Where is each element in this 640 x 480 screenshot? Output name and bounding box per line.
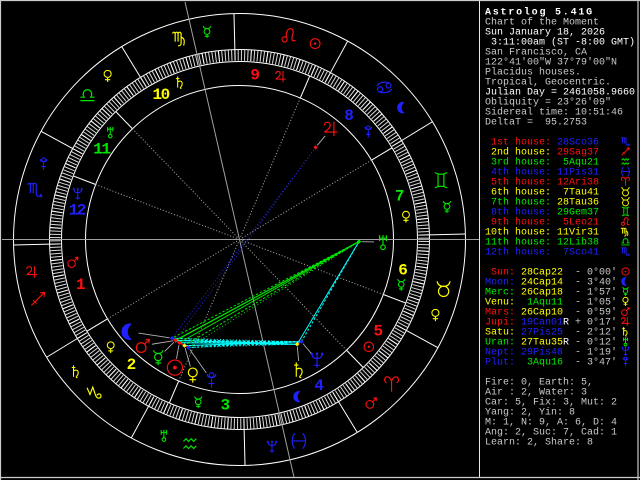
svg-text:10: 10: [152, 86, 169, 104]
svg-text:Plut: 3Aqu16- 3°47': Plut: 3Aqu16- 3°47': [485, 357, 617, 369]
svg-text:6: 6: [398, 262, 407, 280]
svg-text:11: 11: [93, 140, 110, 158]
svg-text:DeltaT = 95.2753: DeltaT = 95.2753: [485, 117, 587, 129]
svg-text:5: 5: [374, 323, 383, 341]
svg-text:Learn: 2, Share: 8: Learn: 2, Share: 8: [485, 437, 593, 449]
svg-text:7: 7: [395, 187, 404, 205]
svg-text:1: 1: [76, 276, 85, 294]
svg-text:9: 9: [250, 67, 259, 85]
svg-text:3: 3: [221, 396, 230, 414]
svg-text:8: 8: [344, 107, 353, 125]
svg-text:2: 2: [127, 356, 136, 374]
svg-text:12: 12: [69, 201, 86, 219]
svg-text:12th house: 7Sco41: 12th house: 7Sco41: [485, 247, 599, 259]
